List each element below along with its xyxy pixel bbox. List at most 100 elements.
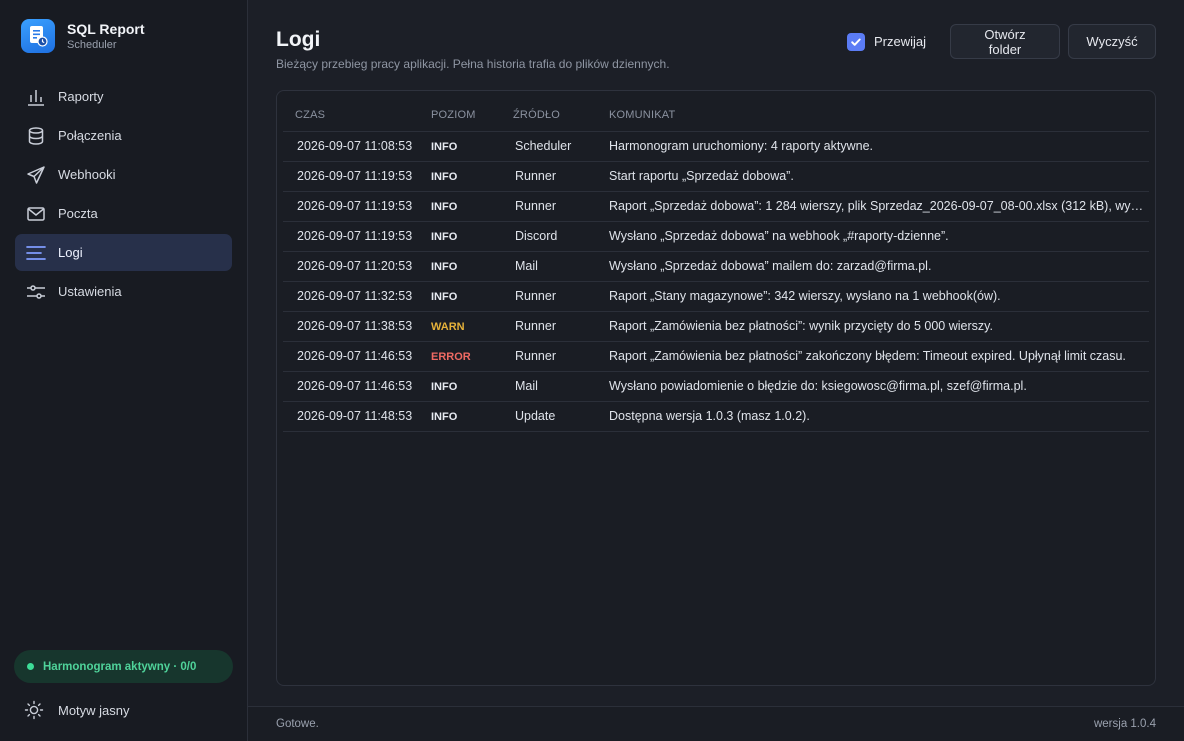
column-header-level: POZIOM [431,99,511,132]
log-message: Raport „Zamówienia bez płatności” zakońc… [609,341,1149,372]
log-row: 2026-09-07 11:20:53 INFO Mail Wysłano „Sprz… [283,251,1149,282]
log-level: ERROR [431,341,511,372]
log-level-badge: WARN [431,321,465,333]
log-level-badge: INFO [431,231,458,243]
log-row: 2026-09-07 11:19:53 INFO Discord Wysłano „S… [283,221,1149,252]
log-message: Raport „Sprzedaż dobowa”: 1 284 wierszy,… [609,191,1149,222]
open-folder-button[interactable]: Otwórz folder [950,24,1060,59]
log-level: INFO [431,371,511,402]
brand: SQL Report Scheduler [21,19,145,53]
log-row: 2026-09-07 11:38:53 WARN Runner Raport „Zam… [283,311,1149,342]
log-table-body: 2026-09-07 11:08:53 INFO Scheduler Harmonog… [283,131,1149,432]
app-subtitle: Scheduler [67,38,117,51]
log-time: 2026-09-07 11:19:53 [283,161,431,192]
page-subtitle: Bieżący przebieg pracy aplikacji. Pełna … [276,57,670,71]
status-bar: Gotowe. wersja 1.0.4 [248,706,1184,741]
log-message: Harmonogram uruchomiony: 4 raporty aktyw… [609,131,1149,162]
log-row: 2026-09-07 11:08:53 INFO Scheduler Harmonog… [283,131,1149,162]
log-level: INFO [431,161,511,192]
theme-toggle-button[interactable]: Motyw jasny [24,699,130,721]
log-time: 2026-09-07 11:48:53 [283,401,431,432]
log-message: Wysłano „Sprzedaż dobowa” na webhook „#r… [609,221,1149,252]
send-icon [25,164,47,186]
sidebar-item-raporty[interactable]: Raporty [15,78,232,115]
log-level: INFO [431,191,511,222]
log-time: 2026-09-07 11:46:53 [283,371,431,402]
log-panel[interactable]: CZAS POZIOM ŹRÓDŁO KOMUNIKAT 2026-09-07 … [276,90,1156,686]
status-dot-icon [27,663,34,670]
log-message: Raport „Zamówienia bez płatności”: wynik… [609,311,1149,342]
log-row: 2026-09-07 11:32:53 INFO Runner Raport „Sta… [283,281,1149,312]
log-time: 2026-09-07 11:32:53 [283,281,431,312]
autoscroll-label: Przewijaj [873,34,926,49]
log-row: 2026-09-07 11:48:53 INFO Update Dostępna we… [283,401,1149,432]
log-level-badge: INFO [431,411,458,423]
log-level-badge: INFO [431,171,458,183]
sidebar-item-label: Raporty [58,89,104,104]
log-row: 2026-09-07 11:19:53 INFO Runner Start rapor… [283,161,1149,192]
log-time: 2026-09-07 11:19:53 [283,191,431,222]
autoscroll-toggle[interactable]: Przewijaj [846,32,926,51]
log-row: 2026-09-07 11:46:53 INFO Mail Wysłano powia… [283,371,1149,402]
sidebar-item-webhooki[interactable]: Webhooki [15,156,232,193]
log-table-header: CZAS POZIOM ŹRÓDŁO KOMUNIKAT [283,99,1149,132]
log-source: Discord [511,221,609,252]
log-time: 2026-09-07 11:46:53 [283,341,431,372]
sidebar-item-label: Logi [58,245,83,260]
log-level: INFO [431,131,511,162]
log-message: Dostępna wersja 1.0.3 (masz 1.0.2). [609,401,1149,432]
main-content: Logi Bieżący przebieg pracy aplikacji. P… [248,0,1184,741]
log-level: WARN [431,311,511,342]
log-source: Update [511,401,609,432]
database-icon [25,125,47,147]
log-message: Wysłano powiadomienie o błędzie do: ksie… [609,371,1149,402]
list-icon [25,242,47,264]
sliders-icon [25,281,47,303]
check-icon [851,38,861,46]
sidebar-item-logi[interactable]: Logi [15,234,232,271]
sidebar-item-polaczenia[interactable]: Połączenia [15,117,232,154]
sidebar-item-label: Połączenia [58,128,122,143]
autoscroll-checkbox[interactable] [846,32,865,51]
log-time: 2026-09-07 11:19:53 [283,221,431,252]
sun-icon [24,700,44,720]
sidebar-item-ustawienia[interactable]: Ustawienia [15,273,232,310]
sidebar-item-poczta[interactable]: Poczta [15,195,232,232]
column-header-source: ŹRÓDŁO [511,99,609,132]
log-time: 2026-09-07 11:08:53 [283,131,431,162]
log-level: INFO [431,401,511,432]
log-level-badge: INFO [431,201,458,213]
status-text: Gotowe. [276,718,319,730]
log-source: Mail [511,251,609,282]
clear-log-button[interactable]: Wyczyść [1068,24,1156,59]
log-source: Runner [511,341,609,372]
log-level: INFO [431,221,511,252]
sidebar-item-label: Webhooki [58,167,116,182]
app-logo-icon [21,19,55,53]
log-row: 2026-09-07 11:19:53 INFO Runner Raport „Spr… [283,191,1149,222]
log-time: 2026-09-07 11:20:53 [283,251,431,282]
log-level: INFO [431,281,511,312]
sidebar-item-label: Poczta [58,206,98,221]
sidebar-nav: Raporty Połączenia Webhooki Poczta Logi … [15,78,232,312]
column-header-time: CZAS [283,99,431,132]
log-level-badge: INFO [431,291,458,303]
log-message: Raport „Stany magazynowe”: 342 wierszy, … [609,281,1149,312]
log-time: 2026-09-07 11:38:53 [283,311,431,342]
log-source: Runner [511,281,609,312]
app-title: SQL Report [67,20,145,37]
log-toolbar: Przewijaj Otwórz folder Wyczyść [846,24,1156,59]
log-source: Runner [511,191,609,222]
log-row: 2026-09-07 11:46:53 ERROR Runner Raport „Za… [283,341,1149,372]
log-table: CZAS POZIOM ŹRÓDŁO KOMUNIKAT 2026-09-07 … [283,99,1149,432]
version-label: wersja 1.0.4 [1093,718,1156,730]
log-level-badge: INFO [431,141,458,153]
log-message: Start raportu „Sprzedaż dobowa”. [609,161,1149,192]
sidebar-item-label: Ustawienia [58,284,122,299]
log-level: INFO [431,251,511,282]
app-window: SQL Report Scheduler Raporty Połączenia [0,0,1184,741]
schedule-status-badge: Harmonogram aktywny · 0/0 [14,650,233,683]
log-level-badge: INFO [431,381,458,393]
column-header-message: KOMUNIKAT [609,99,1149,132]
page-title: Logi [276,28,321,51]
